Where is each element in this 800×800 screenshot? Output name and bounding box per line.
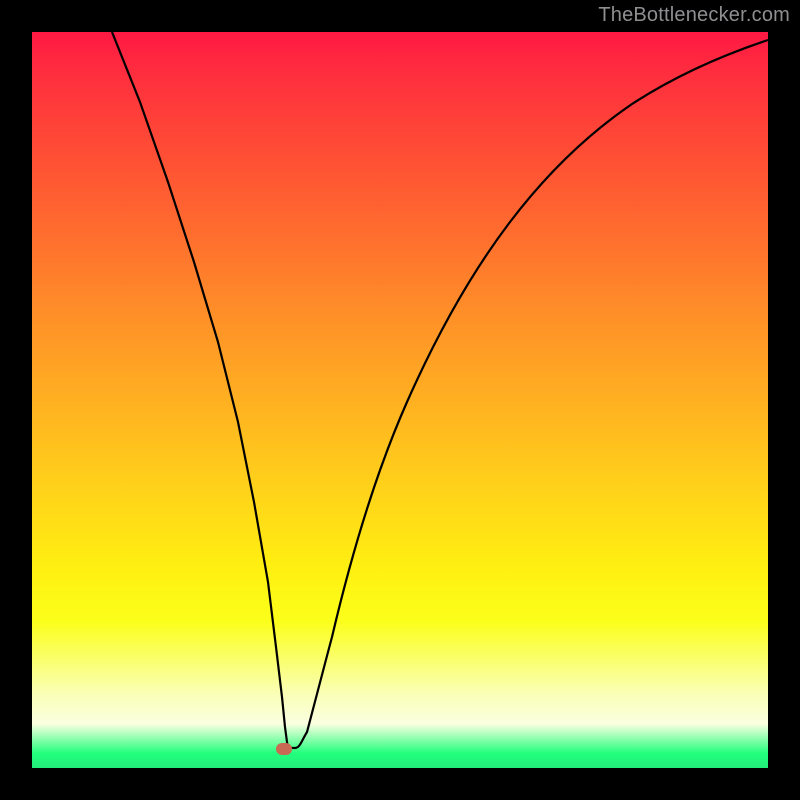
optimal-point-marker bbox=[276, 743, 292, 755]
plot-area bbox=[32, 32, 768, 768]
chart-frame: TheBottlenecker.com bbox=[0, 0, 800, 800]
watermark-text: TheBottlenecker.com bbox=[598, 4, 790, 27]
bottleneck-curve-path bbox=[112, 32, 768, 748]
bottleneck-curve bbox=[32, 32, 768, 768]
